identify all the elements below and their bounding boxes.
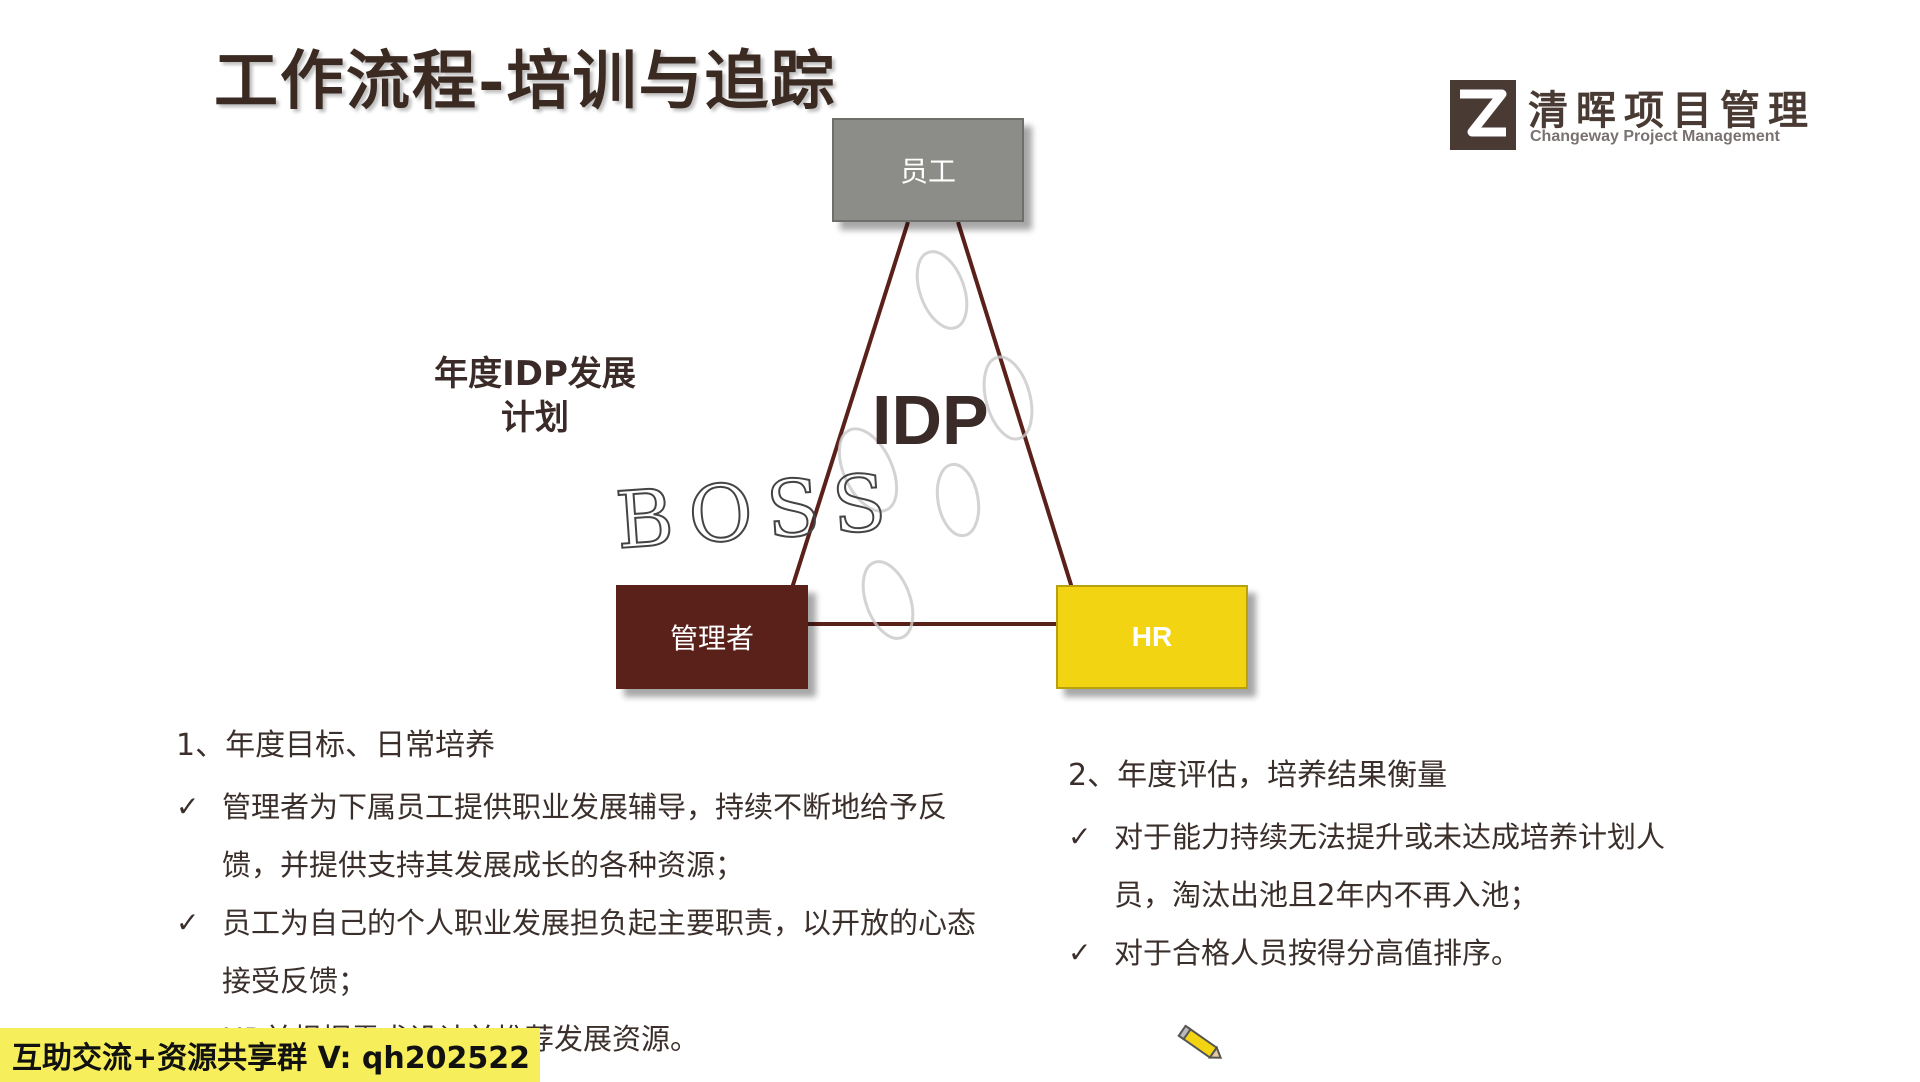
list-item: ✓ 对于合格人员按得分高值排序。: [1068, 924, 1668, 982]
node-hr: HR: [1056, 585, 1248, 689]
list-item-text: 员工为自己的个人职业发展担负起主要职责，以开放的心态接受反馈；: [222, 906, 977, 998]
list-item-text: 对于合格人员按得分高值排序。: [1114, 936, 1521, 970]
community-banner: 互助交流+资源共享群 V: qh202522: [0, 1028, 540, 1082]
list-item-text: 对于能力持续无法提升或未达成培养计划人员，淘汰出池且2年内不再入池；: [1114, 820, 1666, 912]
idp-center-label: IDP: [872, 381, 989, 459]
section-daily-training: 1、年度目标、日常培养 ✓ 管理者为下属员工提供职业发展辅导，持续不断地给予反馈…: [176, 720, 996, 1068]
check-icon: ✓: [1068, 936, 1092, 969]
list-item: ✓ 员工为自己的个人职业发展担负起主要职责，以开放的心态接受反馈；: [176, 894, 996, 1010]
annual-idp-plan-label: 年度IDP发展 计划: [420, 352, 650, 440]
list-item: ✓ 对于能力持续无法提升或未达成培养计划人员，淘汰出池且2年内不再入池；: [1068, 808, 1668, 924]
check-icon: ✓: [1068, 820, 1092, 853]
list-item-text: 管理者为下属员工提供职业发展辅导，持续不断地给予反馈，并提供支持其发展成长的各种…: [222, 790, 948, 882]
handwriting-annotation: BOSS: [613, 457, 903, 567]
pencil-icon: [1177, 1024, 1223, 1059]
node-employee: 员工: [832, 118, 1024, 222]
check-icon: ✓: [176, 790, 200, 823]
check-icon: ✓: [176, 906, 200, 939]
section-2-heading: 2、年度评估，培养结果衡量: [1068, 758, 1448, 793]
section-annual-evaluation: 2、年度评估，培养结果衡量 ✓ 对于能力持续无法提升或未达成培养计划人员，淘汰出…: [1068, 750, 1668, 982]
list-item: ✓ 管理者为下属员工提供职业发展辅导，持续不断地给予反馈，并提供支持其发展成长的…: [176, 778, 996, 894]
node-manager: 管理者: [616, 585, 808, 689]
annual-idp-plan-label-line1: 年度IDP发展: [434, 354, 636, 394]
section-1-heading: 1、年度目标、日常培养: [176, 728, 496, 763]
annual-idp-plan-label-line2: 计划: [501, 398, 569, 438]
